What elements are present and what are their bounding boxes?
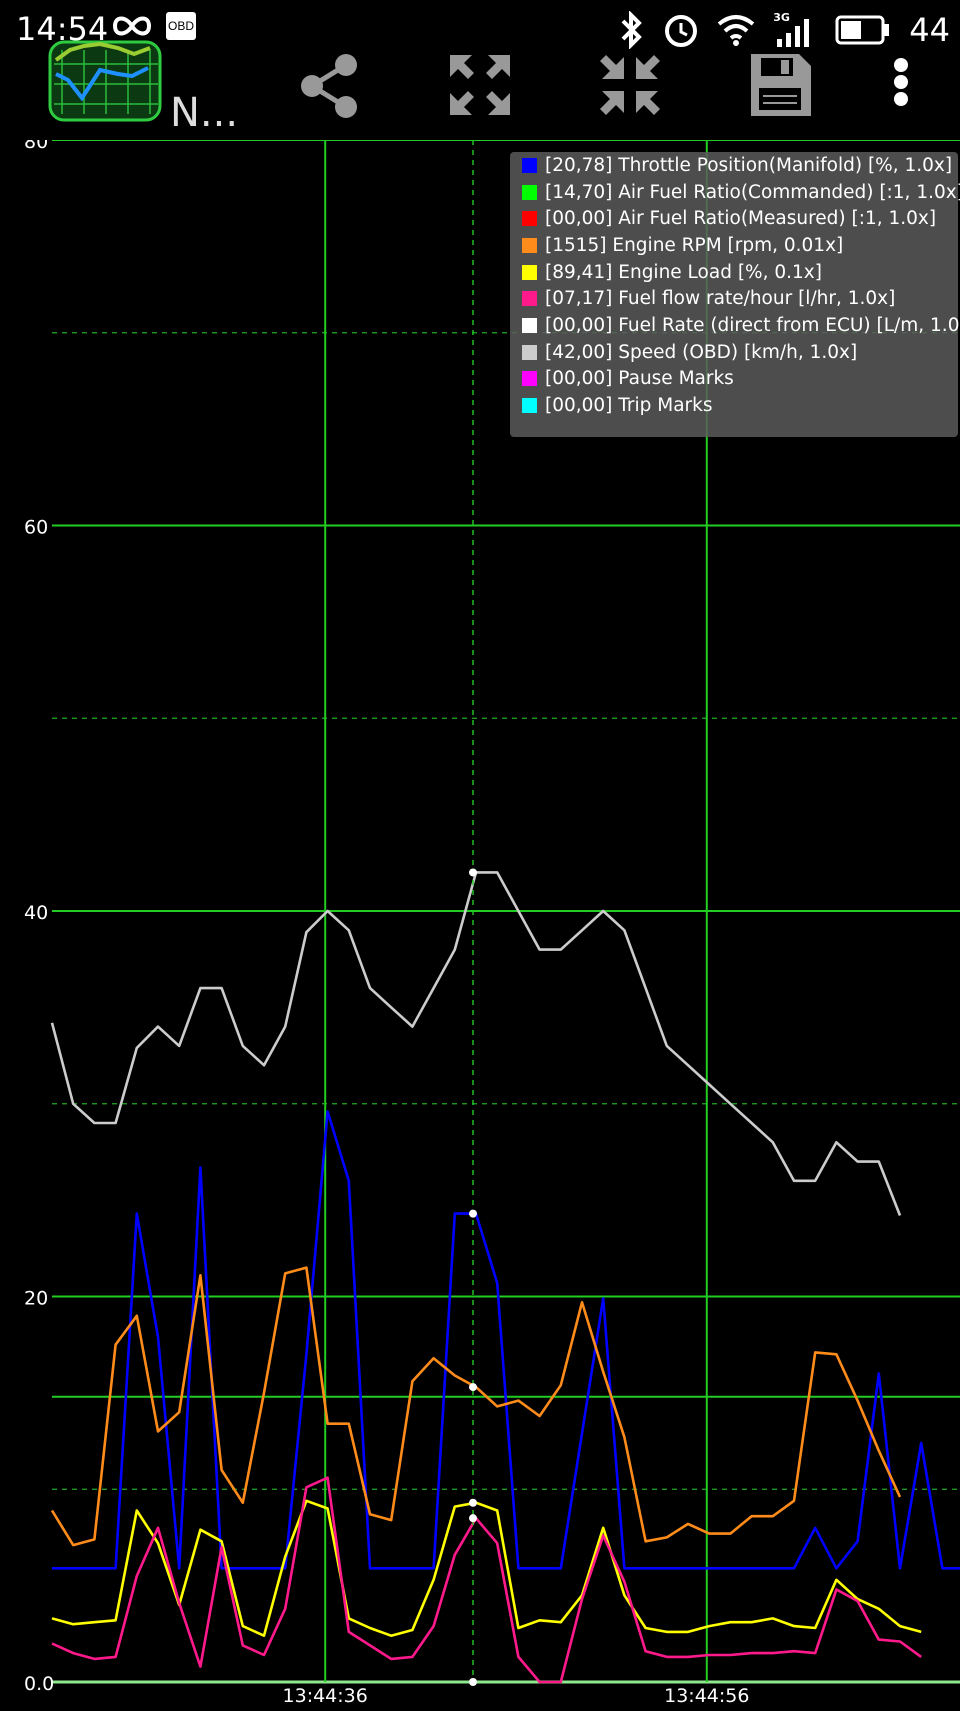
legend-item: [00,00] Fuel Rate (direct from ECU) [L/m… — [510, 312, 960, 339]
legend-label: [89,41] Engine Load [%, 0.1x] — [545, 261, 822, 283]
x-tick-label: 13:44:56 — [664, 1685, 749, 1707]
compress-icon[interactable] — [595, 50, 665, 120]
legend-swatch — [522, 291, 537, 307]
cursor-point — [469, 868, 477, 877]
legend-swatch — [522, 237, 537, 253]
legend-label: [00,00] Air Fuel Ratio(Measured) [:1, 1.… — [545, 208, 937, 230]
legend-label: [42,00] Speed (OBD) [km/h, 1.0x] — [545, 341, 858, 363]
legend-swatch — [522, 211, 537, 227]
legend-item: [42,00] Speed (OBD) [km/h, 1.0x] — [510, 339, 958, 366]
legend-item: [00,00] Trip Marks — [510, 392, 958, 419]
legend-label: [00,00] Trip Marks — [545, 395, 713, 417]
legend-label: [20,78] Throttle Position(Manifold) [%, … — [545, 154, 953, 176]
save-icon[interactable] — [745, 50, 815, 120]
cursor-point — [469, 1678, 477, 1686]
legend-label: [00,00] Fuel Rate (direct from ECU) [L/m… — [545, 314, 960, 336]
y-tick-label: 20 — [24, 1288, 48, 1310]
y-tick-label: 40 — [24, 902, 48, 924]
legend-swatch — [522, 157, 537, 173]
legend-label: [14,70] Air Fuel Ratio(Commanded) [:1, 1… — [545, 181, 960, 203]
legend-label: [07,17] Fuel flow rate/hour [l/hr, 1.0x] — [545, 288, 896, 310]
legend-item: [1515] Engine RPM [rpm, 0.01x] — [510, 232, 958, 259]
x-tick-label: 13:44:36 — [283, 1685, 368, 1707]
legend-swatch — [522, 317, 537, 333]
legend-item: [00,00] Pause Marks — [510, 366, 958, 393]
infinity-icon — [112, 16, 152, 36]
app-title: N... — [170, 90, 239, 136]
series-line — [50, 871, 902, 1216]
cursor-point — [469, 1209, 477, 1218]
y-tick-label: 60 — [24, 517, 48, 539]
legend-item: [14,70] Air Fuel Ratio(Commanded) [:1, 1… — [510, 179, 960, 206]
y-tick-label: 80 — [24, 140, 48, 153]
legend-item: [89,41] Engine Load [%, 0.1x] — [510, 259, 958, 286]
overflow-menu-icon[interactable] — [866, 50, 916, 120]
legend-label: [1515] Engine RPM [rpm, 0.01x] — [545, 234, 844, 256]
expand-icon[interactable] — [445, 50, 515, 120]
cursor-point — [469, 1498, 477, 1507]
app-logo-icon[interactable] — [48, 40, 164, 122]
cursor-point — [469, 1514, 477, 1523]
legend-swatch — [522, 184, 537, 200]
toolbar: N... — [0, 40, 960, 136]
legend-item: [07,17] Fuel flow rate/hour [l/hr, 1.0x] — [510, 285, 958, 312]
y-tick-label: 0.0 — [24, 1673, 54, 1695]
obd-badge: OBD — [166, 12, 196, 40]
share-icon[interactable] — [296, 50, 366, 120]
legend-label: [00,00] Pause Marks — [545, 368, 734, 390]
legend-swatch — [522, 371, 537, 387]
chart-legend: [20,78] Throttle Position(Manifold) [%, … — [510, 152, 960, 437]
legend-swatch — [522, 398, 537, 414]
cursor-point — [469, 1383, 477, 1392]
legend-swatch — [522, 264, 537, 280]
series-line — [52, 1110, 960, 1570]
legend-item: [00,00] Air Fuel Ratio(Measured) [:1, 1.… — [510, 205, 958, 232]
legend-item: [20,78] Throttle Position(Manifold) [%, … — [510, 152, 958, 179]
legend-swatch — [522, 344, 537, 360]
